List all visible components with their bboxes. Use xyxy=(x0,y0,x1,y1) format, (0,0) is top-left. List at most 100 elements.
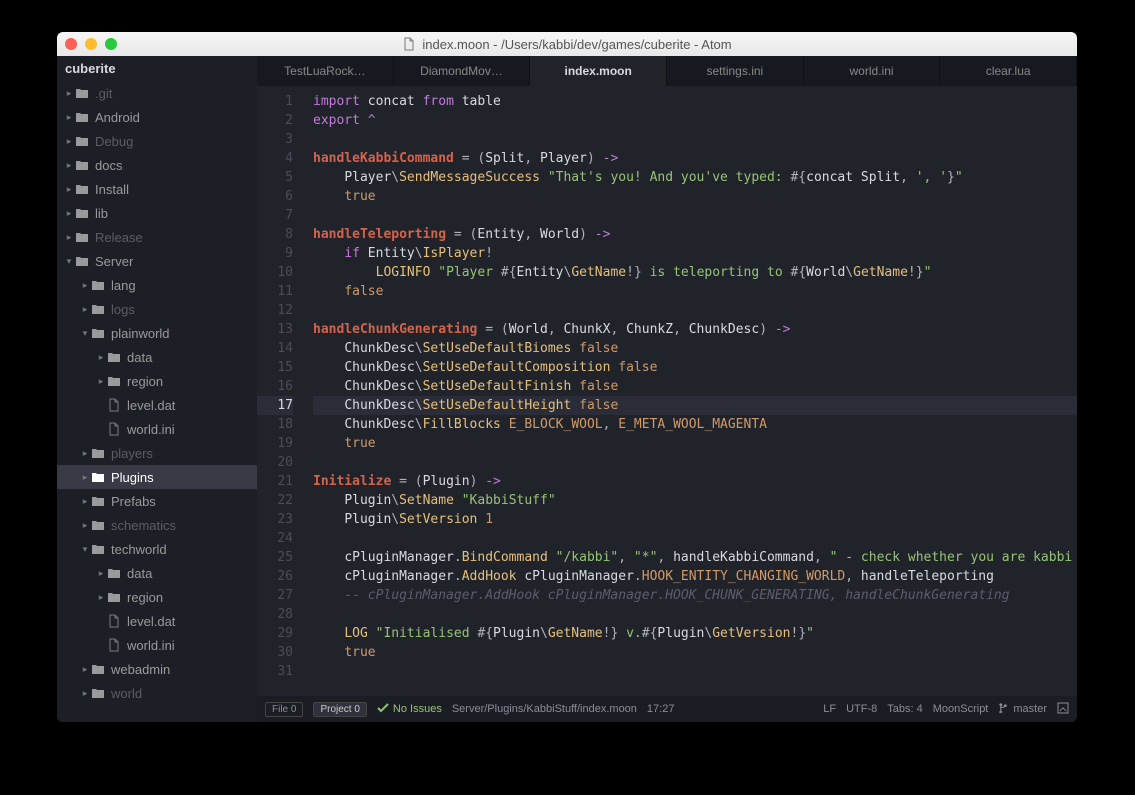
tree-folder[interactable]: ▾techworld xyxy=(57,537,257,561)
line-ending[interactable]: LF xyxy=(823,703,836,715)
editor-tab[interactable]: TestLuaRock… xyxy=(257,56,394,86)
line-number[interactable]: 7 xyxy=(257,206,293,225)
code-line[interactable]: export ^ xyxy=(313,111,1077,130)
code-line[interactable]: -- cPluginManager.AddHook cPluginManager… xyxy=(313,586,1077,605)
code-line[interactable]: ChunkDesc\SetUseDefaultHeight false xyxy=(313,396,1077,415)
code-line[interactable]: true xyxy=(313,187,1077,206)
tree-folder[interactable]: ▸lang xyxy=(57,273,257,297)
code-line[interactable]: cPluginManager.BindCommand "/kabbi", "*"… xyxy=(313,548,1077,567)
tree-folder[interactable]: ▸data xyxy=(57,561,257,585)
project-issues-box[interactable]: Project 0 xyxy=(313,702,366,717)
code-line[interactable] xyxy=(313,662,1077,681)
line-number[interactable]: 29 xyxy=(257,624,293,643)
code-line[interactable]: LOG "Initialised #{Plugin\GetName!} v.#{… xyxy=(313,624,1077,643)
code-line[interactable] xyxy=(313,605,1077,624)
line-number[interactable]: 11 xyxy=(257,282,293,301)
tree-folder[interactable]: ▾plainworld xyxy=(57,321,257,345)
line-number[interactable]: 4 xyxy=(257,149,293,168)
tree-folder[interactable]: ▸Debug xyxy=(57,129,257,153)
tree-folder[interactable]: ▸region xyxy=(57,369,257,393)
line-number[interactable]: 30 xyxy=(257,643,293,662)
file-issues-box[interactable]: File 0 xyxy=(265,702,303,717)
code-line[interactable]: Plugin\SetName "KabbiStuff" xyxy=(313,491,1077,510)
code-line[interactable]: ChunkDesc\SetUseDefaultBiomes false xyxy=(313,339,1077,358)
code-editor[interactable]: 1234567891011121314151617181920212223242… xyxy=(257,86,1077,696)
tree-folder[interactable]: ▸schematics xyxy=(57,513,257,537)
editor-tab[interactable]: world.ini xyxy=(804,56,941,86)
code-line[interactable] xyxy=(313,301,1077,320)
git-branch[interactable]: master xyxy=(1013,703,1047,715)
code-line[interactable]: ChunkDesc\SetUseDefaultComposition false xyxy=(313,358,1077,377)
code-line[interactable]: handleTeleporting = (Entity, World) -> xyxy=(313,225,1077,244)
line-number[interactable]: 5 xyxy=(257,168,293,187)
line-number[interactable]: 15 xyxy=(257,358,293,377)
file-tree[interactable]: ▸.git▸Android▸Debug▸docs▸Install▸lib▸Rel… xyxy=(57,81,257,722)
line-number[interactable]: 2 xyxy=(257,111,293,130)
code-line[interactable] xyxy=(313,453,1077,472)
line-number[interactable]: 17 xyxy=(257,396,293,415)
line-number[interactable]: 16 xyxy=(257,377,293,396)
tree-folder[interactable]: ▸lib xyxy=(57,201,257,225)
line-number[interactable]: 1 xyxy=(257,92,293,111)
tree-folder[interactable]: ▸.git xyxy=(57,81,257,105)
line-number[interactable]: 23 xyxy=(257,510,293,529)
code-line[interactable]: Player\SendMessageSuccess "That's you! A… xyxy=(313,168,1077,187)
code-line[interactable] xyxy=(313,529,1077,548)
line-number[interactable]: 25 xyxy=(257,548,293,567)
code-line[interactable]: LOGINFO "Player #{Entity\GetName!} is te… xyxy=(313,263,1077,282)
tree-file[interactable]: level.dat xyxy=(57,609,257,633)
code-line[interactable]: if Entity\IsPlayer! xyxy=(313,244,1077,263)
line-number[interactable]: 20 xyxy=(257,453,293,472)
code-line[interactable]: handleKabbiCommand = (Split, Player) -> xyxy=(313,149,1077,168)
code-line[interactable]: ChunkDesc\SetUseDefaultFinish false xyxy=(313,377,1077,396)
code-line[interactable]: Plugin\SetVersion 1 xyxy=(313,510,1077,529)
editor-tab[interactable]: clear.lua xyxy=(940,56,1077,86)
line-number[interactable]: 9 xyxy=(257,244,293,263)
code-line[interactable]: true xyxy=(313,643,1077,662)
tree-folder[interactable]: ▾Server xyxy=(57,249,257,273)
close-window-button[interactable] xyxy=(65,38,77,50)
grammar[interactable]: MoonScript xyxy=(933,703,989,715)
line-number[interactable]: 28 xyxy=(257,605,293,624)
line-number[interactable]: 18 xyxy=(257,415,293,434)
tree-folder[interactable]: ▸Prefabs xyxy=(57,489,257,513)
tree-folder[interactable]: ▸players xyxy=(57,441,257,465)
line-number[interactable]: 31 xyxy=(257,662,293,681)
tree-folder[interactable]: ▸Release xyxy=(57,225,257,249)
encoding[interactable]: UTF-8 xyxy=(846,703,877,715)
tree-file[interactable]: level.dat xyxy=(57,393,257,417)
editor-tab[interactable]: DiamondMov… xyxy=(394,56,531,86)
code-area[interactable]: import concat from tableexport ^handleKa… xyxy=(301,86,1077,696)
line-number[interactable]: 22 xyxy=(257,491,293,510)
code-line[interactable]: cPluginManager.AddHook cPluginManager.HO… xyxy=(313,567,1077,586)
code-line[interactable]: ChunkDesc\FillBlocks E_BLOCK_WOOL, E_MET… xyxy=(313,415,1077,434)
line-number[interactable]: 6 xyxy=(257,187,293,206)
tree-folder[interactable]: ▸webadmin xyxy=(57,657,257,681)
line-number[interactable]: 26 xyxy=(257,567,293,586)
code-line[interactable] xyxy=(313,206,1077,225)
code-line[interactable] xyxy=(313,130,1077,149)
file-path[interactable]: Server/Plugins/KabbiStuff/index.moon xyxy=(452,703,637,715)
tree-file[interactable]: world.ini xyxy=(57,633,257,657)
code-line[interactable]: handleChunkGenerating = (World, ChunkX, … xyxy=(313,320,1077,339)
tree-folder[interactable]: ▸Install xyxy=(57,177,257,201)
line-number[interactable]: 24 xyxy=(257,529,293,548)
line-number[interactable]: 13 xyxy=(257,320,293,339)
cursor-position[interactable]: 17:27 xyxy=(647,703,675,715)
indent-setting[interactable]: Tabs: 4 xyxy=(887,703,922,715)
line-number[interactable]: 14 xyxy=(257,339,293,358)
tree-folder[interactable]: ▸region xyxy=(57,585,257,609)
line-number[interactable]: 27 xyxy=(257,586,293,605)
project-sidebar[interactable]: cuberite ▸.git▸Android▸Debug▸docs▸Instal… xyxy=(57,56,257,722)
editor-tab[interactable]: index.moon xyxy=(530,56,667,86)
minimize-window-button[interactable] xyxy=(85,38,97,50)
line-number[interactable]: 10 xyxy=(257,263,293,282)
line-number[interactable]: 3 xyxy=(257,130,293,149)
zoom-window-button[interactable] xyxy=(105,38,117,50)
code-line[interactable]: true xyxy=(313,434,1077,453)
tree-folder[interactable]: ▸Android xyxy=(57,105,257,129)
line-number[interactable]: 8 xyxy=(257,225,293,244)
code-line[interactable]: false xyxy=(313,282,1077,301)
project-name[interactable]: cuberite xyxy=(57,56,257,81)
issues-label[interactable]: No Issues xyxy=(393,703,442,715)
